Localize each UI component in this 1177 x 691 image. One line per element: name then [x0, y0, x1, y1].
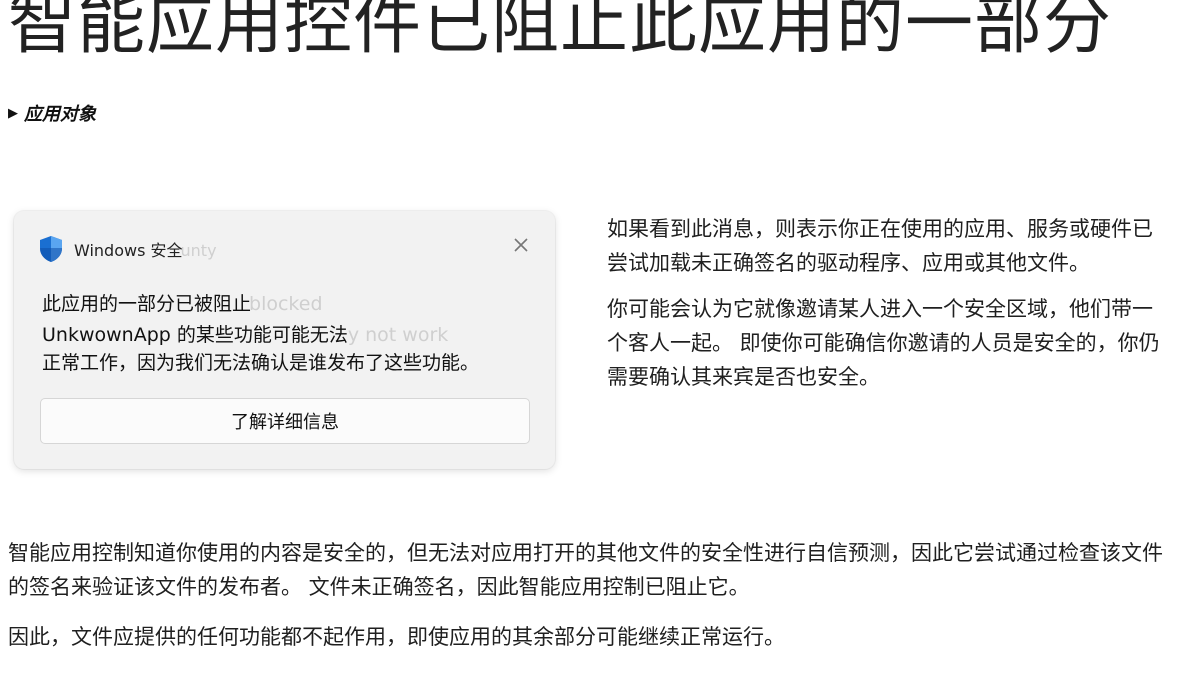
- body-text: 智能应用控制知道你使用的内容是安全的，但无法对应用打开的其他文件的安全性进行自信…: [8, 536, 1173, 654]
- disclosure-label: 应用对象: [24, 104, 96, 125]
- learn-more-button[interactable]: 了解详细信息: [40, 398, 530, 444]
- side-paragraph-2: 你可能会认为它就像邀请某人进入一个安全区域，他们带一个客人一起。 即使你可能确信…: [607, 297, 1160, 389]
- ghost-text: y not work: [347, 324, 449, 346]
- ghost-text: unty: [180, 241, 217, 260]
- body-paragraph-1: 智能应用控制知道你使用的内容是安全的，但无法对应用打开的其他文件的安全性进行自信…: [8, 541, 1163, 599]
- notification-heading: 此应用的一部分已被阻止blocked: [42, 293, 323, 315]
- windows-security-notification: Windows 安全unty 此应用的一部分已被阻止blocked Unkwow…: [14, 211, 555, 469]
- page-title: 智能应用控件已阻止此应用的一部分: [8, 0, 1113, 64]
- article-page: 智能应用控件已阻止此应用的一部分 ▶ 应用对象 Windows 安全unty 此…: [0, 0, 1177, 691]
- shield-icon: [40, 236, 62, 262]
- expand-triangle-icon: ▶: [8, 105, 18, 121]
- applies-to-disclosure[interactable]: ▶ 应用对象: [8, 100, 96, 126]
- side-explanation: 如果看到此消息，则表示你正在使用的应用、服务或硬件已尝试加载未正确签名的驱动程序…: [607, 212, 1167, 394]
- close-button[interactable]: [509, 233, 533, 257]
- body-paragraph-2: 因此，文件应提供的任何功能都不起作用，即使应用的其余部分可能继续正常运行。: [8, 625, 785, 649]
- notification-body: UnkwownApp 的某些功能可能无法y not work 正常工作，因为我们…: [42, 324, 480, 374]
- notification-header: Windows 安全unty: [38, 235, 217, 263]
- ghost-text: blocked: [249, 293, 323, 315]
- side-paragraph-1: 如果看到此消息，则表示你正在使用的应用、服务或硬件已尝试加载未正确签名的驱动程序…: [607, 217, 1153, 275]
- notification-app-name: Windows 安全unty: [74, 241, 217, 260]
- close-icon: [514, 238, 528, 252]
